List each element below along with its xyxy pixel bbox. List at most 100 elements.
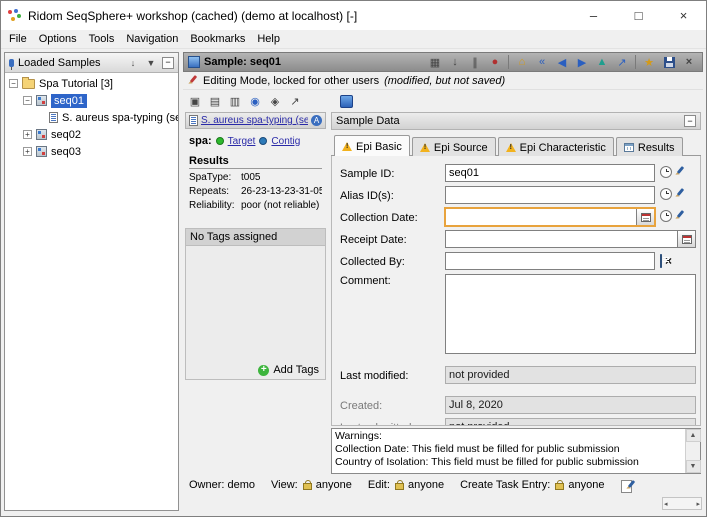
tree-row-root[interactable]: − Spa Tutorial [3] — [7, 75, 176, 92]
minimize-button[interactable]: – — [571, 1, 616, 30]
comment-textarea[interactable] — [445, 274, 696, 354]
field-label: Alias ID(s): — [340, 189, 440, 202]
close-button[interactable]: × — [661, 1, 706, 30]
tree-row-seq02[interactable]: + seq02 — [7, 126, 176, 143]
collapse-panel-button[interactable]: − — [162, 57, 174, 69]
sort-icon[interactable]: ↓ — [126, 56, 140, 70]
tab-epi-basic[interactable]: Epi Basic — [334, 135, 410, 156]
globe-icon[interactable]: ◉ — [246, 93, 264, 109]
collection-date-input[interactable] — [445, 208, 637, 226]
spa-typing-title-link[interactable]: S. aureus spa-typing (seq01) — [201, 115, 308, 126]
compare-icon[interactable]: ◈ — [266, 93, 284, 109]
nav-forward-icon[interactable]: ▶ — [573, 54, 591, 70]
toolbar-separator — [508, 55, 509, 69]
field-label: Collected By: — [340, 255, 440, 268]
field-label: Last submitted: — [340, 421, 440, 427]
pin-icon[interactable] — [9, 59, 14, 67]
collapse-toggle-icon[interactable]: − — [23, 96, 32, 105]
edit-field-icon[interactable] — [675, 188, 685, 202]
scroll-left-icon[interactable]: ◂ — [664, 500, 668, 508]
add-tags-button[interactable]: + Add Tags — [186, 361, 325, 379]
edit-mode-text: Editing Mode, locked for other users — [203, 75, 379, 87]
close-sample-icon[interactable]: × — [680, 54, 698, 70]
new-window-icon[interactable]: ▣ — [186, 93, 204, 109]
refresh-icon[interactable]: ↗ — [286, 93, 304, 109]
home-icon[interactable]: ⌂ — [513, 54, 531, 70]
edit-value: anyone — [408, 479, 444, 491]
menu-tools[interactable]: Tools — [83, 31, 121, 47]
contact-lookup-icon[interactable] — [660, 255, 662, 267]
tree-row-seq03[interactable]: + seq03 — [7, 143, 176, 160]
history-icon[interactable] — [660, 210, 672, 225]
tree-row-seq01[interactable]: − seq01 — [7, 92, 176, 109]
nav-back-icon[interactable]: ◀ — [553, 54, 571, 70]
view-menu-icon[interactable]: ▼ — [144, 56, 158, 70]
last-modified-value: not provided — [445, 366, 696, 384]
field-label: Receipt Date: — [340, 233, 440, 246]
tags-box: No Tags assigned + Add Tags — [185, 228, 326, 380]
tree-row-seq01-task[interactable]: S. aureus spa-typing (seq01) — [7, 109, 176, 126]
sample-header-icon — [188, 56, 200, 68]
expand-toggle-icon[interactable]: + — [23, 130, 32, 139]
scroll-up-icon[interactable]: ▲ — [686, 429, 701, 442]
tree-label-root: Spa Tutorial [3] — [39, 78, 113, 90]
menu-options[interactable]: Options — [33, 31, 83, 47]
history-icon[interactable] — [660, 166, 672, 181]
collapse-data-panel-button[interactable]: − — [684, 115, 696, 127]
menu-help[interactable]: Help — [251, 31, 286, 47]
spa-typing-task-icon — [189, 115, 198, 126]
history-icon[interactable] — [660, 188, 672, 203]
scroll-right-icon[interactable]: ▸ — [696, 500, 700, 508]
alias-input[interactable] — [445, 186, 655, 204]
receipt-date-input[interactable] — [445, 230, 678, 248]
nav-up-icon[interactable]: ▲ — [593, 54, 611, 70]
download-icon[interactable]: ↓ — [446, 54, 464, 70]
collapse-toggle-icon[interactable]: − — [9, 79, 18, 88]
expand-toggle-icon[interactable]: + — [23, 147, 32, 156]
table-view-icon[interactable]: ▤ — [206, 93, 224, 109]
nav-jump-icon[interactable]: ↗ — [613, 54, 631, 70]
tab-results[interactable]: Results — [616, 137, 683, 156]
save-icon[interactable] — [660, 54, 678, 70]
form-row-receipt-date: Receipt Date: — [340, 230, 696, 248]
tab-epi-characteristic[interactable]: Epi Characteristic — [498, 137, 614, 156]
epi-basic-form: Sample ID: Alias ID(s): — [331, 156, 701, 426]
scroll-down-icon[interactable]: ▼ — [686, 460, 701, 473]
result-value: poor (not reliable) — [241, 200, 322, 211]
warning-line: Country of Isolation: This field must be… — [335, 456, 682, 469]
pause-icon[interactable]: ∥ — [466, 54, 484, 70]
view-value: anyone — [316, 479, 352, 491]
warning-icon — [342, 142, 352, 151]
edit-permissions-icon[interactable] — [621, 479, 635, 492]
calendar-button[interactable] — [678, 230, 696, 248]
spa-typing-header: S. aureus spa-typing (seq01) A — [185, 112, 326, 129]
menu-navigation[interactable]: Navigation — [120, 31, 184, 47]
bookmark-icon[interactable]: ★ — [640, 54, 658, 70]
edit-label: Edit: — [368, 479, 390, 491]
field-label: Created: — [340, 399, 440, 412]
collected-by-input[interactable] — [445, 252, 655, 270]
tab-epi-source[interactable]: Epi Source — [412, 137, 496, 156]
chart-view-icon[interactable]: ▥ — [226, 93, 244, 109]
sample-icon — [36, 129, 47, 140]
sample-data-title: Sample Data — [336, 115, 684, 127]
horizontal-scrollbar[interactable]: ◂ ▸ — [662, 497, 702, 510]
sample-id-input[interactable] — [445, 164, 655, 182]
export-view-icon[interactable]: ▦ — [426, 54, 444, 70]
warnings-scrollbar[interactable]: ▲ ▼ — [685, 429, 700, 473]
target-link[interactable]: Target — [228, 136, 256, 147]
nav-first-icon[interactable]: « — [533, 54, 551, 70]
form-row-collected-by: Collected By: × — [340, 252, 696, 270]
edit-field-icon[interactable] — [675, 166, 685, 180]
calendar-button[interactable] — [637, 208, 655, 226]
menu-file[interactable]: File — [3, 31, 33, 47]
menu-bookmarks[interactable]: Bookmarks — [184, 31, 251, 47]
result-row: Repeats: 26-23-13-23-31-05-17-25 — [189, 186, 322, 197]
contig-link[interactable]: Contig — [271, 136, 300, 147]
spa-typing-panel: S. aureus spa-typing (seq01) A spa: Targ… — [185, 112, 326, 380]
maximize-button[interactable]: □ — [616, 1, 661, 30]
stop-icon[interactable]: ● — [486, 54, 504, 70]
result-value: 26-23-13-23-31-05-17-25 — [241, 186, 322, 197]
edit-field-icon[interactable] — [675, 210, 685, 224]
results-title: Results — [189, 155, 322, 169]
